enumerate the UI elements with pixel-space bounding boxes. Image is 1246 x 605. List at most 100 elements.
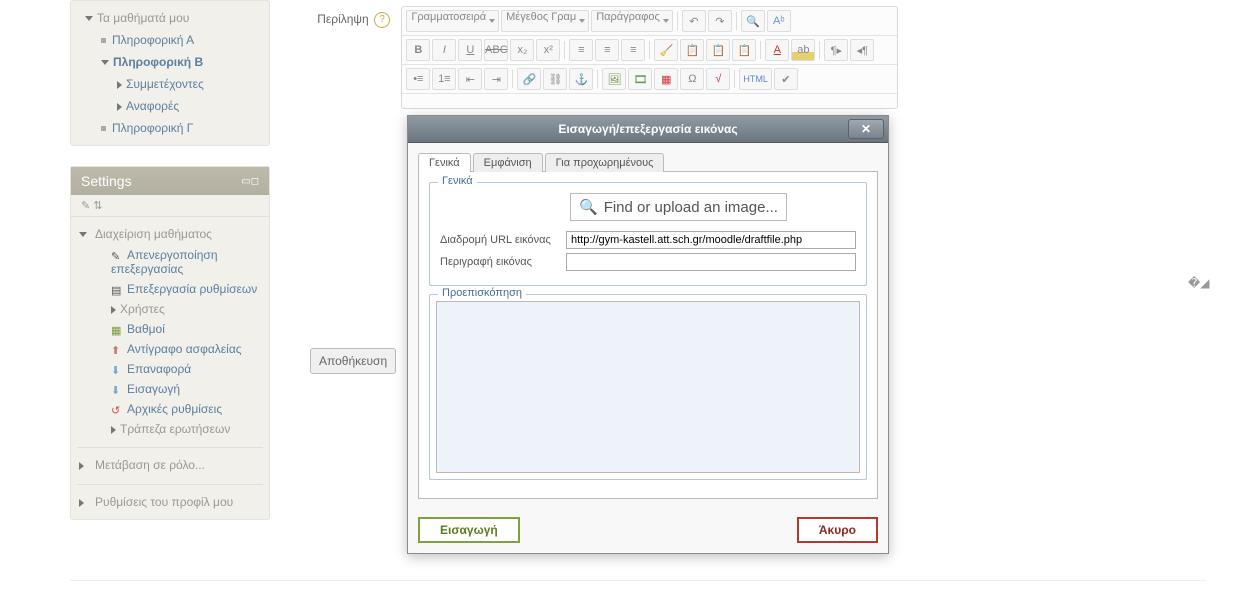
preview-pane[interactable] (436, 301, 860, 473)
tab-appearance[interactable]: Εμφάνιση (473, 153, 543, 172)
image-icon[interactable]: 🖼 (602, 68, 626, 90)
settings-edit-off[interactable]: ✎Απενεργοποίηση επεξεργασίας (77, 245, 263, 279)
find-icon[interactable]: 🔍 (741, 10, 765, 32)
help-icon[interactable]: ? (374, 12, 390, 28)
settings-item-8: Τράπεζα ερωτήσεων (120, 422, 230, 436)
caret-right-icon (111, 306, 116, 314)
settings-users[interactable]: Χρήστες (77, 299, 263, 319)
align-center-icon[interactable]: ≡ (595, 39, 619, 61)
nav-course-b[interactable]: Πληροφορική Β (75, 51, 265, 73)
align-left-icon[interactable]: ≡ (569, 39, 593, 61)
ol-icon[interactable]: 1≡ (432, 68, 456, 90)
restore-icon: ⬇ (111, 364, 123, 376)
record-icon[interactable]: ▦ (654, 68, 678, 90)
superscript-icon[interactable]: x² (536, 39, 560, 61)
underline-icon[interactable]: U (458, 39, 482, 61)
unlink-icon[interactable]: ⛓ (543, 68, 567, 90)
link-icon[interactable]: 🔗 (517, 68, 541, 90)
tab-general[interactable]: Γενικά (418, 153, 471, 172)
caret-right-icon (79, 462, 84, 470)
settings-item-0: Απενεργοποίηση επεξεργασίας (111, 248, 218, 276)
tab-advanced[interactable]: Για προχωρημένους (545, 153, 665, 172)
omega-icon[interactable]: Ω (680, 68, 704, 90)
summary-label: Περίληψη ? (300, 12, 390, 28)
rich-text-editor: Γραμματοσειρά Μέγεθος Γραμ Παράγραφος ↶ … (401, 6, 898, 109)
find-upload-button[interactable]: 🔍 Find or upload an image... (570, 193, 787, 221)
italic-icon[interactable]: I (432, 39, 456, 61)
settings-backup[interactable]: ⬆Αντίγραφο ασφαλείας (77, 339, 263, 359)
redo-icon[interactable]: ↷ (708, 10, 732, 32)
settings-extra-1: Ρυθμίσεις του προφίλ μου (95, 495, 233, 509)
nav-reports[interactable]: Αναφορές (75, 95, 265, 117)
settings-collapse-icon[interactable]: ▭◻ (241, 176, 259, 187)
insert-button[interactable]: Εισαγωγή (418, 517, 520, 543)
media-icon[interactable]: 🎞 (628, 68, 652, 90)
html-icon[interactable]: HTML (739, 68, 772, 90)
nav-reports-label: Αναφορές (126, 99, 179, 113)
settings-toolbar[interactable]: ✎ ⇅ (71, 195, 269, 217)
spell-icon[interactable]: ✔ (774, 68, 798, 90)
url-label: Διαδρομή URL εικόνας (440, 234, 566, 246)
bullet-icon (101, 38, 106, 43)
nav-participants-label: Συμμετέχοντες (126, 77, 204, 91)
desc-input[interactable] (566, 253, 856, 271)
nav-my-courses[interactable]: Τα μαθήματά μου (75, 7, 265, 29)
nav-participants[interactable]: Συμμετέχοντες (75, 73, 265, 95)
ltr-icon[interactable]: ¶▸ (824, 39, 848, 61)
editor-content[interactable] (402, 94, 897, 108)
grades-icon: ▦ (111, 324, 123, 336)
strike-icon[interactable]: ABC (484, 39, 508, 61)
toolbar-format-select[interactable]: Παράγραφος (591, 10, 673, 32)
cancel-button[interactable]: Άκυρο (797, 517, 878, 543)
settings-restore[interactable]: ⬇Επαναφορά (77, 359, 263, 379)
settings-title-bar: Settings ▭◻ (71, 167, 269, 195)
anchor-icon[interactable]: ⚓ (569, 68, 593, 90)
nav-course-c[interactable]: Πληροφορική Γ (75, 117, 265, 139)
save-button[interactable]: Αποθήκευση (310, 348, 396, 374)
edit-icon: ✎ (111, 250, 123, 262)
clean-icon[interactable]: 🧹 (654, 39, 678, 61)
settings-item-7: Αρχικές ρυθμίσεις (127, 402, 222, 416)
caret-right-icon (117, 103, 122, 111)
dialog-title-bar[interactable]: Εισαγωγή/επεξεργασία εικόνας ✕ (408, 116, 888, 143)
resize-icon[interactable]: �◢ (1188, 276, 1206, 294)
settings-grades[interactable]: ▦Βαθμοί (77, 319, 263, 339)
toolbar-size-select[interactable]: Μέγεθος Γραμ (501, 10, 589, 32)
paste-word-icon[interactable]: 📋 (706, 39, 730, 61)
settings-qbank[interactable]: Τράπεζα ερωτήσεων (77, 419, 263, 439)
paste-icon[interactable]: 📋 (680, 39, 704, 61)
nav-root-label: Τα μαθήματά μου (97, 11, 189, 25)
bg-color-icon[interactable]: ab (791, 39, 815, 61)
bullet-icon (101, 126, 106, 131)
url-input[interactable] (566, 231, 856, 249)
settings-import[interactable]: ⬇Εισαγωγή (77, 379, 263, 399)
settings-root[interactable]: Διαχείριση μαθήματος (77, 223, 263, 245)
nav-course-a[interactable]: Πληροφορική Α (75, 29, 265, 51)
navigation-block: Τα μαθήματά μου Πληροφορική Α Πληροφορικ… (70, 0, 270, 146)
settings-edit-settings[interactable]: ▤Επεξεργασία ρυθμίσεων (77, 279, 263, 299)
nav-course-a-label: Πληροφορική Α (112, 33, 194, 47)
toolbar-font-select[interactable]: Γραμματοσειρά (406, 10, 499, 32)
settings-item-1: Επεξεργασία ρυθμίσεων (127, 282, 257, 296)
settings-switch-role[interactable]: Μετάβαση σε ρόλο... (77, 447, 263, 476)
caret-right-icon (117, 81, 122, 89)
align-right-icon[interactable]: ≡ (621, 39, 645, 61)
fieldset-general: Γενικά 🔍 Find or upload an image... Διαδ… (429, 182, 867, 286)
undo-icon[interactable]: ↶ (682, 10, 706, 32)
text-color-icon[interactable]: A (765, 39, 789, 61)
ul-icon[interactable]: •≡ (406, 68, 430, 90)
close-icon[interactable]: ✕ (848, 119, 884, 139)
legend-preview: Προεπισκόπηση (438, 287, 526, 299)
paste-text-icon[interactable]: 📋 (732, 39, 756, 61)
replace-icon[interactable]: Aᵇ (767, 10, 791, 32)
settings-profile[interactable]: Ρυθμίσεις του προφίλ μου (77, 484, 263, 513)
subscript-icon[interactable]: x₂ (510, 39, 534, 61)
equation-icon[interactable]: √ (706, 68, 730, 90)
bold-icon[interactable]: B (406, 39, 430, 61)
indent-icon[interactable]: ⇥ (484, 68, 508, 90)
rtl-icon[interactable]: ◂¶ (850, 39, 874, 61)
outdent-icon[interactable]: ⇤ (458, 68, 482, 90)
image-dialog: Εισαγωγή/επεξεργασία εικόνας ✕ Γενικά Εμ… (407, 115, 889, 554)
settings-reset[interactable]: ↺Αρχικές ρυθμίσεις (77, 399, 263, 419)
fieldset-preview: Προεπισκόπηση (429, 294, 867, 480)
